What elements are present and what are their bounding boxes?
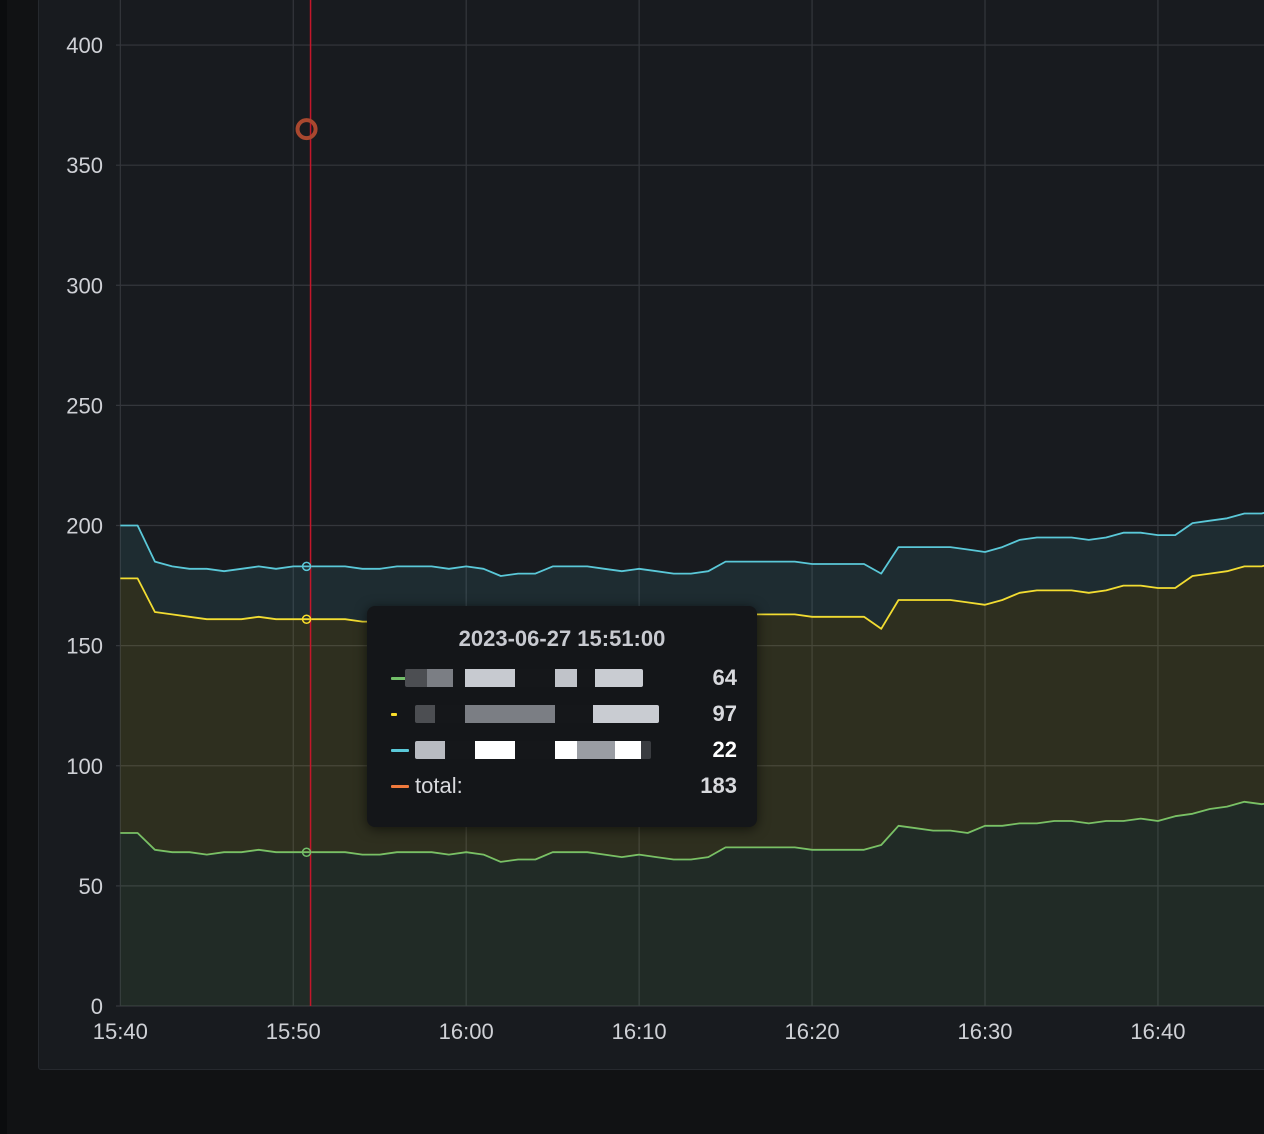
y-tick-label: 400 [66, 33, 103, 58]
tooltip-series-1-value: 64 [712, 665, 737, 690]
annotation-marker [295, 118, 318, 141]
y-tick-label: 100 [66, 754, 103, 779]
total-swatch [391, 785, 409, 788]
tooltip-series-3-value: 22 [712, 737, 737, 762]
y-tick-label: 150 [66, 634, 103, 659]
tooltip-row-series-3: 22 [367, 732, 757, 768]
tooltip-timestamp: 2023-06-27 15:51:00 [458, 626, 666, 651]
x-tick-label: 16:30 [957, 1019, 1012, 1044]
tooltip-row-total: total: 183 [367, 768, 757, 804]
x-tick-label: 15:40 [93, 1019, 148, 1044]
series-2-swatch [391, 713, 397, 716]
redacted-series-name [405, 669, 643, 687]
sidebar-edge [0, 0, 7, 1134]
graph-panel: 0 50 100 150 200 250 300 350 400 15:40 15:50 16:00 1… [38, 0, 1264, 1070]
x-tick-label: 16:00 [439, 1019, 494, 1044]
tooltip-row-series-2: 97 [367, 696, 757, 732]
y-tick-label: 50 [79, 874, 103, 899]
y-tick-label: 300 [66, 273, 103, 298]
x-tick-label: 16:40 [1130, 1019, 1185, 1044]
x-tick-label: 15:50 [266, 1019, 321, 1044]
redacted-series-name [415, 741, 651, 759]
tooltip-total-label: total: [415, 773, 463, 798]
y-tick-label: 350 [66, 153, 103, 178]
x-tick-label: 16:20 [785, 1019, 840, 1044]
tooltip-row-series-1: 64 [367, 660, 757, 696]
tooltip-total-value: 183 [700, 773, 737, 798]
series-3-swatch [391, 749, 409, 752]
time-series-chart[interactable]: 0 50 100 150 200 250 300 350 400 15:40 15:50 16:00 1… [39, 0, 1264, 1069]
redacted-series-name [415, 705, 659, 723]
tooltip-series-2-value: 97 [712, 701, 737, 726]
y-tick-label: 0 [91, 994, 103, 1019]
y-tick-label: 250 [66, 393, 103, 418]
x-tick-label: 16:10 [612, 1019, 667, 1044]
hover-tooltip: 2023-06-27 15:51:00 64 97 22 total: 183 [367, 606, 757, 827]
y-tick-label: 200 [66, 514, 103, 539]
